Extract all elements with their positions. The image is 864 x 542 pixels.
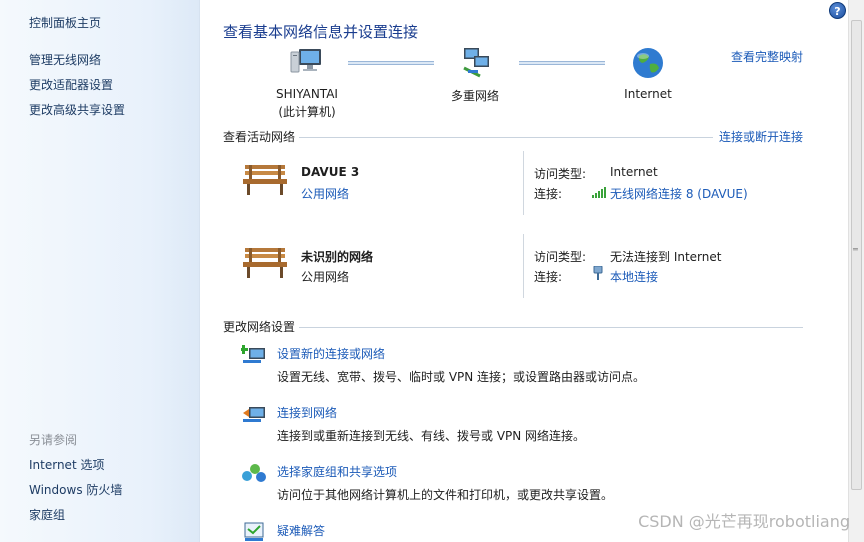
globe-icon [631, 46, 665, 80]
bench-icon [241, 244, 291, 280]
change-settings-title: 更改网络设置 [223, 320, 296, 334]
change-adapter-link[interactable]: 更改适配器设置 [29, 76, 113, 93]
connect-to-network-desc: 连接到或重新连接到无线、有线、拨号或 VPN 网络连接。 [277, 429, 586, 443]
vertical-scrollbar[interactable]: ═ [848, 0, 864, 542]
section-divider [299, 327, 803, 328]
network-type-link[interactable]: 公用网络 [301, 185, 349, 202]
bench-icon [241, 161, 291, 197]
network-type: 公用网络 [301, 270, 350, 284]
connect-disconnect-link[interactable]: 连接或断开连接 [719, 128, 803, 145]
network-name: 未识别的网络 [301, 250, 374, 264]
homegroup-sharing-link[interactable]: 选择家庭组和共享选项 [277, 463, 397, 480]
homegroup-icon [241, 462, 267, 484]
internet-label: Internet [624, 87, 672, 101]
access-type-label: 访问类型: [534, 167, 587, 181]
multiple-networks-icon [460, 46, 494, 78]
connection-label: 连接: [534, 187, 563, 201]
network-name: DAVUE 3 [301, 165, 360, 179]
section-divider [299, 137, 713, 138]
view-full-map-link[interactable]: 查看完整映射 [731, 48, 803, 65]
main-content: 查看基本网络信息并设置连接 SHIYANTAI (此计算机) 多重网络 Inte… [201, 0, 848, 542]
access-type-value: 无法连接到 Internet [610, 250, 722, 264]
connect-to-network-link[interactable]: 连接到网络 [277, 404, 337, 421]
setup-new-connection-link[interactable]: 设置新的连接或网络 [277, 345, 385, 362]
watermark-text: CSDN @光芒再现robotliang [638, 512, 850, 531]
scrollbar-grip-icon: ═ [853, 245, 858, 254]
scrollbar-thumb[interactable] [851, 20, 862, 490]
computer-label: SHIYANTAI (此计算机) [265, 87, 349, 120]
access-type-value: Internet [610, 165, 658, 179]
connection-line-2 [519, 61, 605, 65]
see-also-title: 另请参阅 [29, 433, 78, 447]
ethernet-icon [593, 265, 603, 280]
new-connection-icon [239, 344, 267, 366]
internet-options-link[interactable]: Internet 选项 [29, 456, 104, 473]
page-title: 查看基本网络信息并设置连接 [223, 23, 419, 41]
vertical-divider [523, 151, 524, 215]
computer-subtitle: (此计算机) [278, 105, 336, 119]
setup-new-connection-desc: 设置无线、宽带、拨号、临时或 VPN 连接；或设置路由器或访问点。 [277, 370, 646, 384]
homegroup-link[interactable]: 家庭组 [29, 506, 65, 523]
troubleshoot-link[interactable]: 疑难解答 [277, 522, 325, 539]
multiple-networks-label: 多重网络 [450, 89, 499, 103]
troubleshoot-icon [241, 521, 267, 542]
active-networks-title: 查看活动网络 [223, 130, 296, 144]
help-icon[interactable]: ? [829, 2, 846, 19]
connect-to-network-icon [241, 403, 267, 425]
wifi-signal-icon [592, 186, 606, 198]
access-type-label: 访问类型: [534, 250, 587, 264]
computer-icon [289, 46, 323, 78]
connection-label: 连接: [534, 270, 563, 284]
advanced-sharing-link[interactable]: 更改高级共享设置 [29, 101, 125, 118]
manage-wireless-link[interactable]: 管理无线网络 [29, 51, 101, 68]
connection-line-1 [348, 61, 434, 65]
control-panel-home-link[interactable]: 控制面板主页 [29, 14, 101, 31]
local-connection-link[interactable]: 本地连接 [610, 268, 658, 285]
wireless-connection-link[interactable]: 无线网络连接 8 (DAVUE) [610, 185, 748, 202]
sidebar: 控制面板主页 管理无线网络 更改适配器设置 更改高级共享设置 另请参阅 Inte… [0, 0, 200, 542]
computer-name: SHIYANTAI [276, 87, 338, 101]
vertical-divider [523, 234, 524, 298]
windows-firewall-link[interactable]: Windows 防火墙 [29, 481, 122, 498]
homegroup-sharing-desc: 访问位于其他网络计算机上的文件和打印机，或更改共享设置。 [277, 488, 614, 502]
